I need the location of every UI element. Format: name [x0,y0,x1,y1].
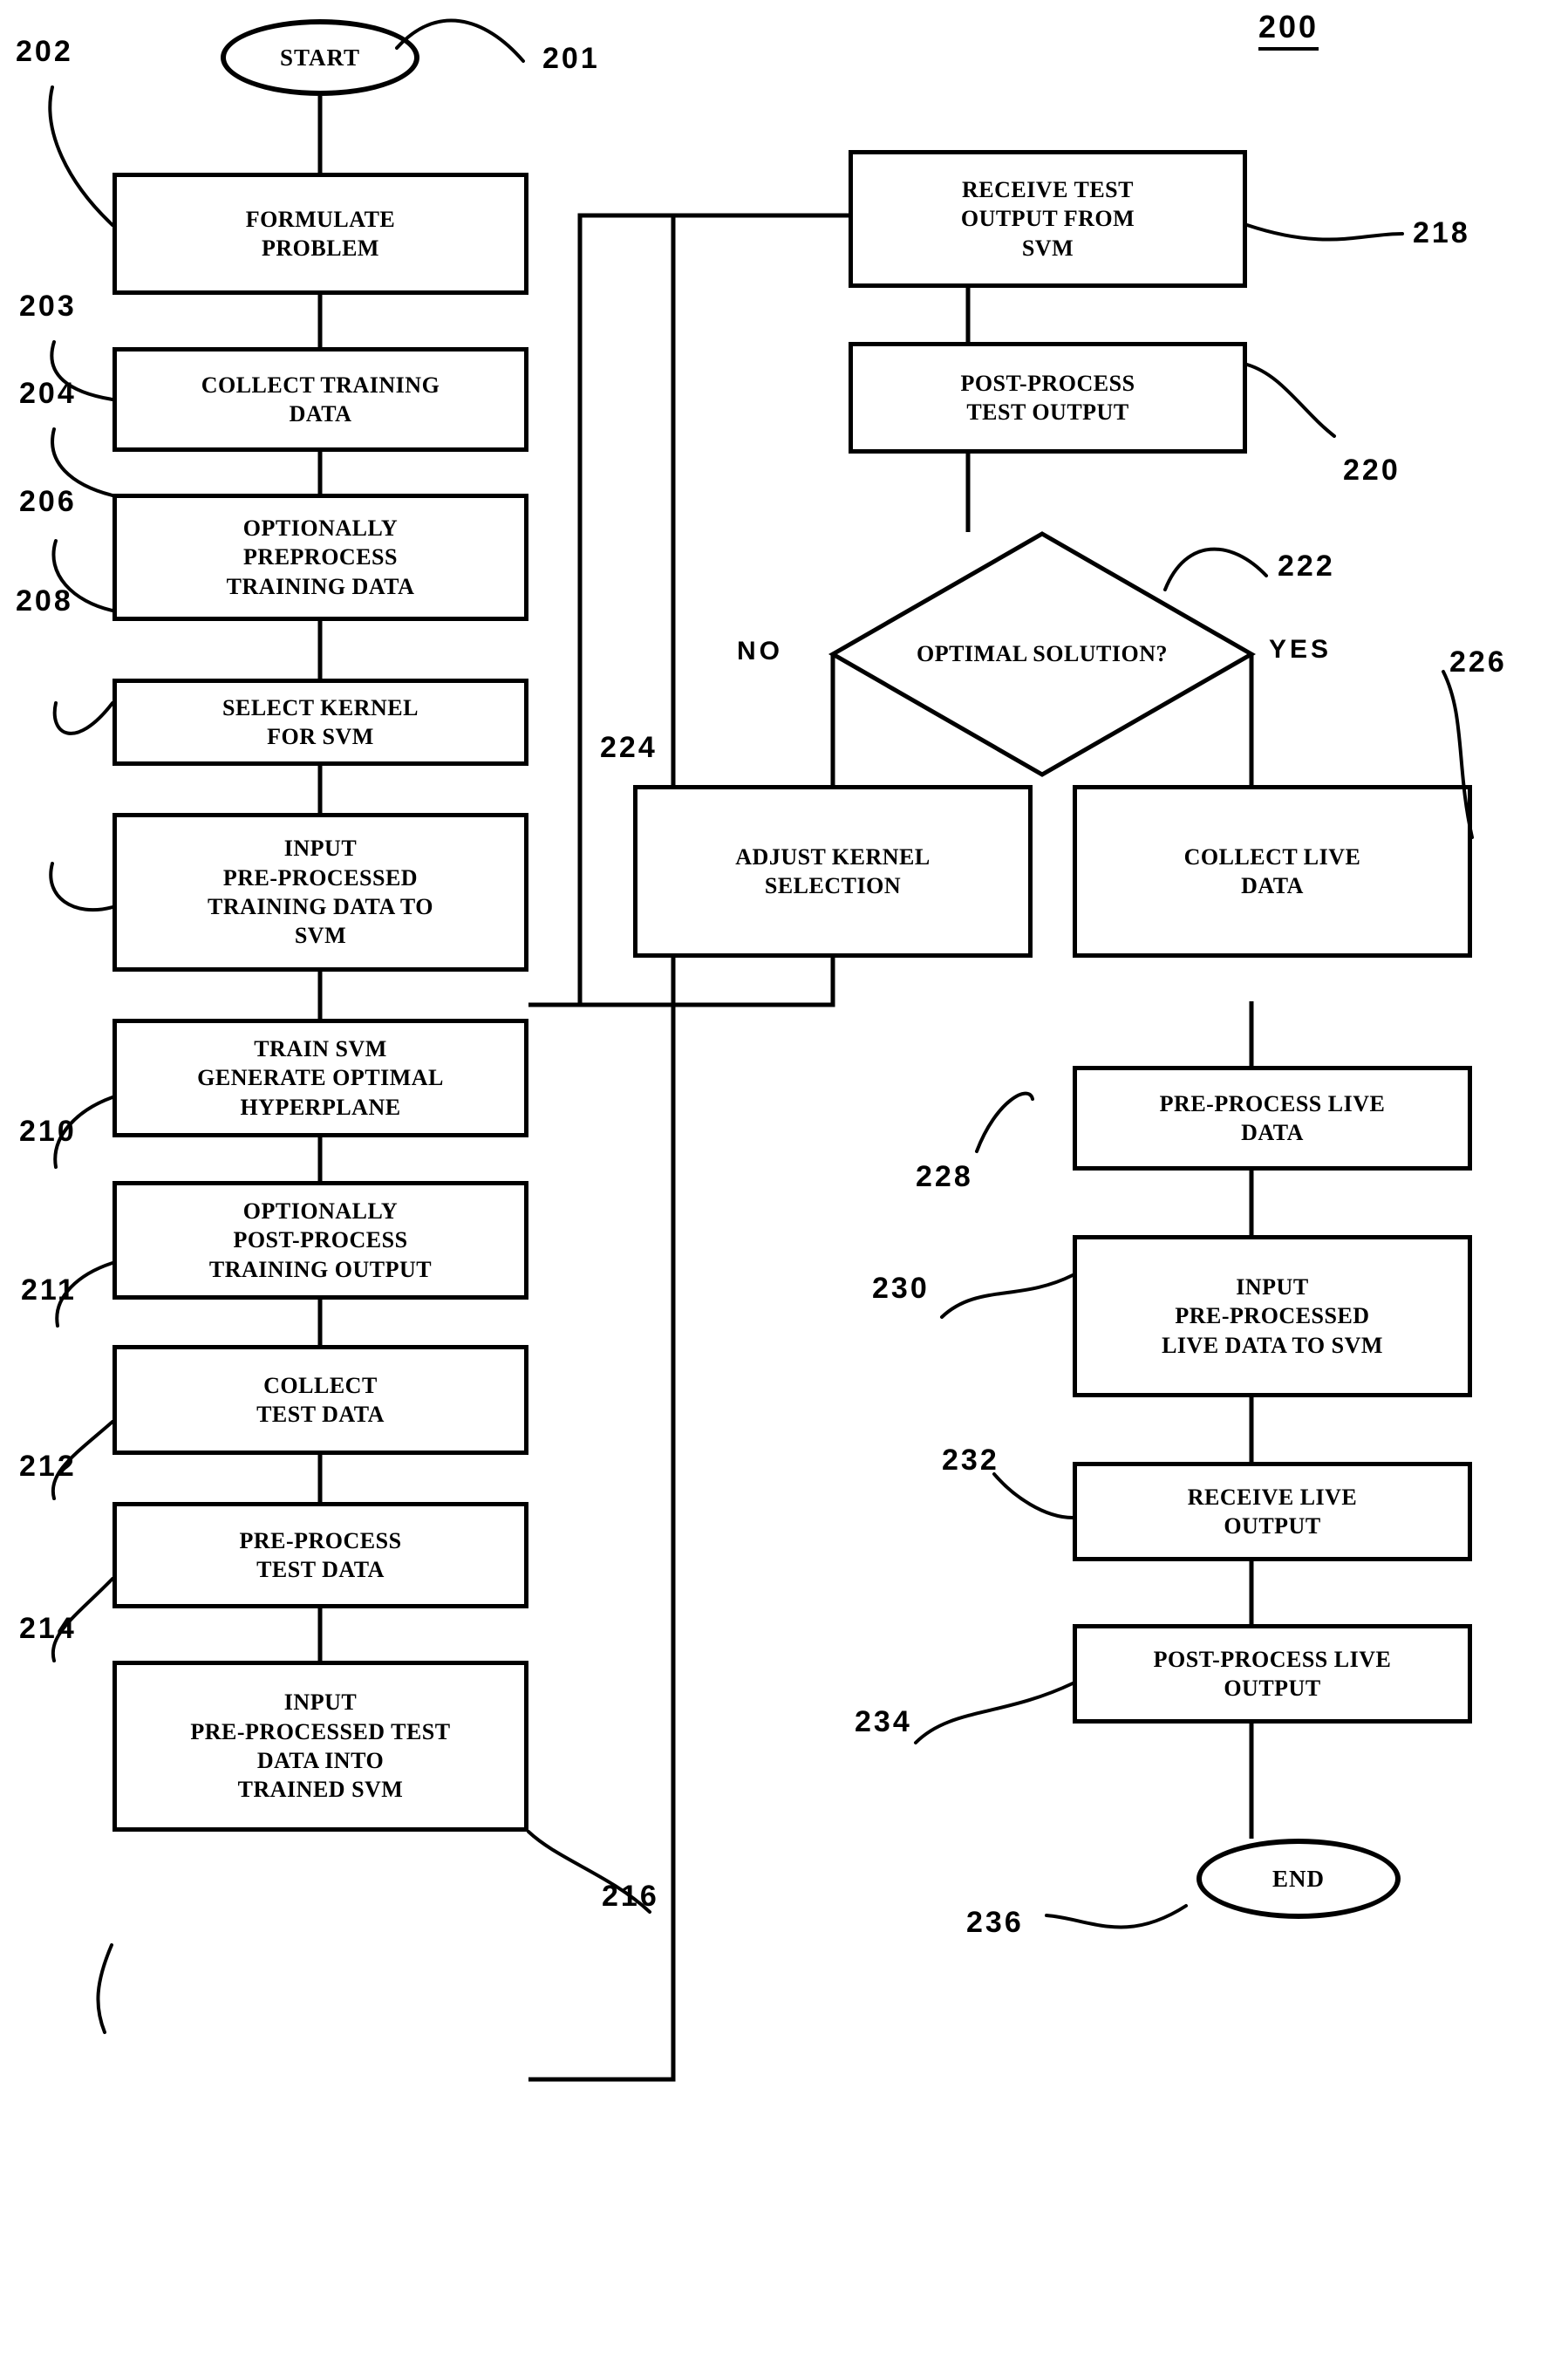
ref-214: 214 [19,1612,77,1645]
step-label: POST-PROCESS LIVE OUTPUT [1153,1646,1392,1701]
step-label: RECEIVE LIVE OUTPUT [1187,1484,1358,1539]
step-preprocess-test-data: PRE-PROCESS TEST DATA [112,1502,528,1608]
step-label: SELECT KERNEL FOR SVM [222,694,419,749]
ref-211: 211 [21,1273,77,1307]
ref-218: 218 [1413,216,1470,249]
ref-236: 236 [966,1906,1024,1939]
step-label: POST-PROCESS TEST OUTPUT [960,370,1135,425]
ref-220: 220 [1343,454,1401,487]
step-label: OPTIONALLY PREPROCESS TRAINING DATA [226,515,415,599]
step-formulate-problem: FORMULATE PROBLEM [112,173,528,295]
step-label: PRE-PROCESS LIVE DATA [1159,1090,1386,1145]
step-label: COLLECT TRAINING DATA [201,372,440,427]
branch-label-yes: YES [1269,635,1333,664]
ref-234: 234 [855,1705,912,1738]
step-label: FORMULATE PROBLEM [245,206,396,261]
step-optionally-postprocess-training-output: OPTIONALLY POST-PROCESS TRAINING OUTPUT [112,1181,528,1300]
start-terminal: START [221,19,419,96]
step-receive-test-output-from-svm: RECEIVE TEST OUTPUT FROM SVM [849,150,1247,288]
step-collect-live-data: COLLECT LIVE DATA [1073,785,1472,958]
step-train-svm-generate-optimal-hyperplane: TRAIN SVM GENERATE OPTIMAL HYPERPLANE [112,1019,528,1137]
step-label: TRAIN SVM GENERATE OPTIMAL HYPERPLANE [197,1036,444,1120]
end-label: END [1271,1865,1325,1892]
ref-204: 204 [19,377,77,410]
step-label: INPUT PRE-PROCESSED LIVE DATA TO SVM [1162,1274,1383,1358]
step-adjust-kernel-selection: ADJUST KERNEL SELECTION [633,785,1033,958]
step-label: INPUT PRE-PROCESSED TEST DATA INTO TRAIN… [190,1689,451,1803]
step-postprocess-test-output: POST-PROCESS TEST OUTPUT [849,342,1247,454]
flowchart-canvas: 200 START 201 END 236 FORMULATE PROBLEM … [0,0,1568,2355]
step-label: OPTIONALLY POST-PROCESS TRAINING OUTPUT [208,1198,433,1282]
step-label: PRE-PROCESS TEST DATA [239,1527,402,1582]
step-preprocess-live-data: PRE-PROCESS LIVE DATA [1073,1066,1472,1171]
step-label: INPUT PRE-PROCESSED TRAINING DATA TO SVM [208,836,433,949]
end-terminal: END [1196,1839,1401,1919]
ref-222: 222 [1278,550,1335,583]
figure-number: 200 [1258,9,1319,51]
ref-228: 228 [916,1160,973,1193]
decision-optimal-solution: OPTIMAL SOLUTION? [833,534,1251,775]
step-input-preprocessed-live-data-to-svm: INPUT PRE-PROCESSED LIVE DATA TO SVM [1073,1235,1472,1397]
ref-210: 210 [19,1115,77,1148]
ref-203: 203 [19,290,77,323]
ref-226: 226 [1449,645,1507,679]
start-label: START [279,44,361,71]
ref-201: 201 [542,42,600,75]
branch-label-no: NO [737,637,783,666]
decision-label: OPTIMAL SOLUTION? [916,641,1169,666]
step-input-preprocessed-test-data-into-trained-svm: INPUT PRE-PROCESSED TEST DATA INTO TRAIN… [112,1661,528,1832]
ref-206: 206 [19,485,77,518]
step-input-preprocessed-training-data-to-svm: INPUT PRE-PROCESSED TRAINING DATA TO SVM [112,813,528,972]
ref-202: 202 [16,35,73,68]
step-label: ADJUST KERNEL SELECTION [735,843,931,898]
ref-212: 212 [19,1450,77,1483]
ref-230: 230 [872,1272,930,1305]
ref-208: 208 [16,584,73,618]
step-optionally-preprocess-training-data: OPTIONALLY PREPROCESS TRAINING DATA [112,494,528,621]
step-receive-live-output: RECEIVE LIVE OUTPUT [1073,1462,1472,1561]
ref-232: 232 [942,1444,999,1477]
step-label: RECEIVE TEST OUTPUT FROM SVM [960,177,1135,261]
ref-216: 216 [602,1880,659,1913]
ref-224: 224 [600,731,658,764]
step-collect-training-data: COLLECT TRAINING DATA [112,347,528,452]
step-label: COLLECT LIVE DATA [1183,843,1361,898]
step-postprocess-live-output: POST-PROCESS LIVE OUTPUT [1073,1624,1472,1724]
step-label: COLLECT TEST DATA [256,1372,385,1427]
step-collect-test-data: COLLECT TEST DATA [112,1345,528,1455]
step-select-kernel-for-svm: SELECT KERNEL FOR SVM [112,679,528,766]
